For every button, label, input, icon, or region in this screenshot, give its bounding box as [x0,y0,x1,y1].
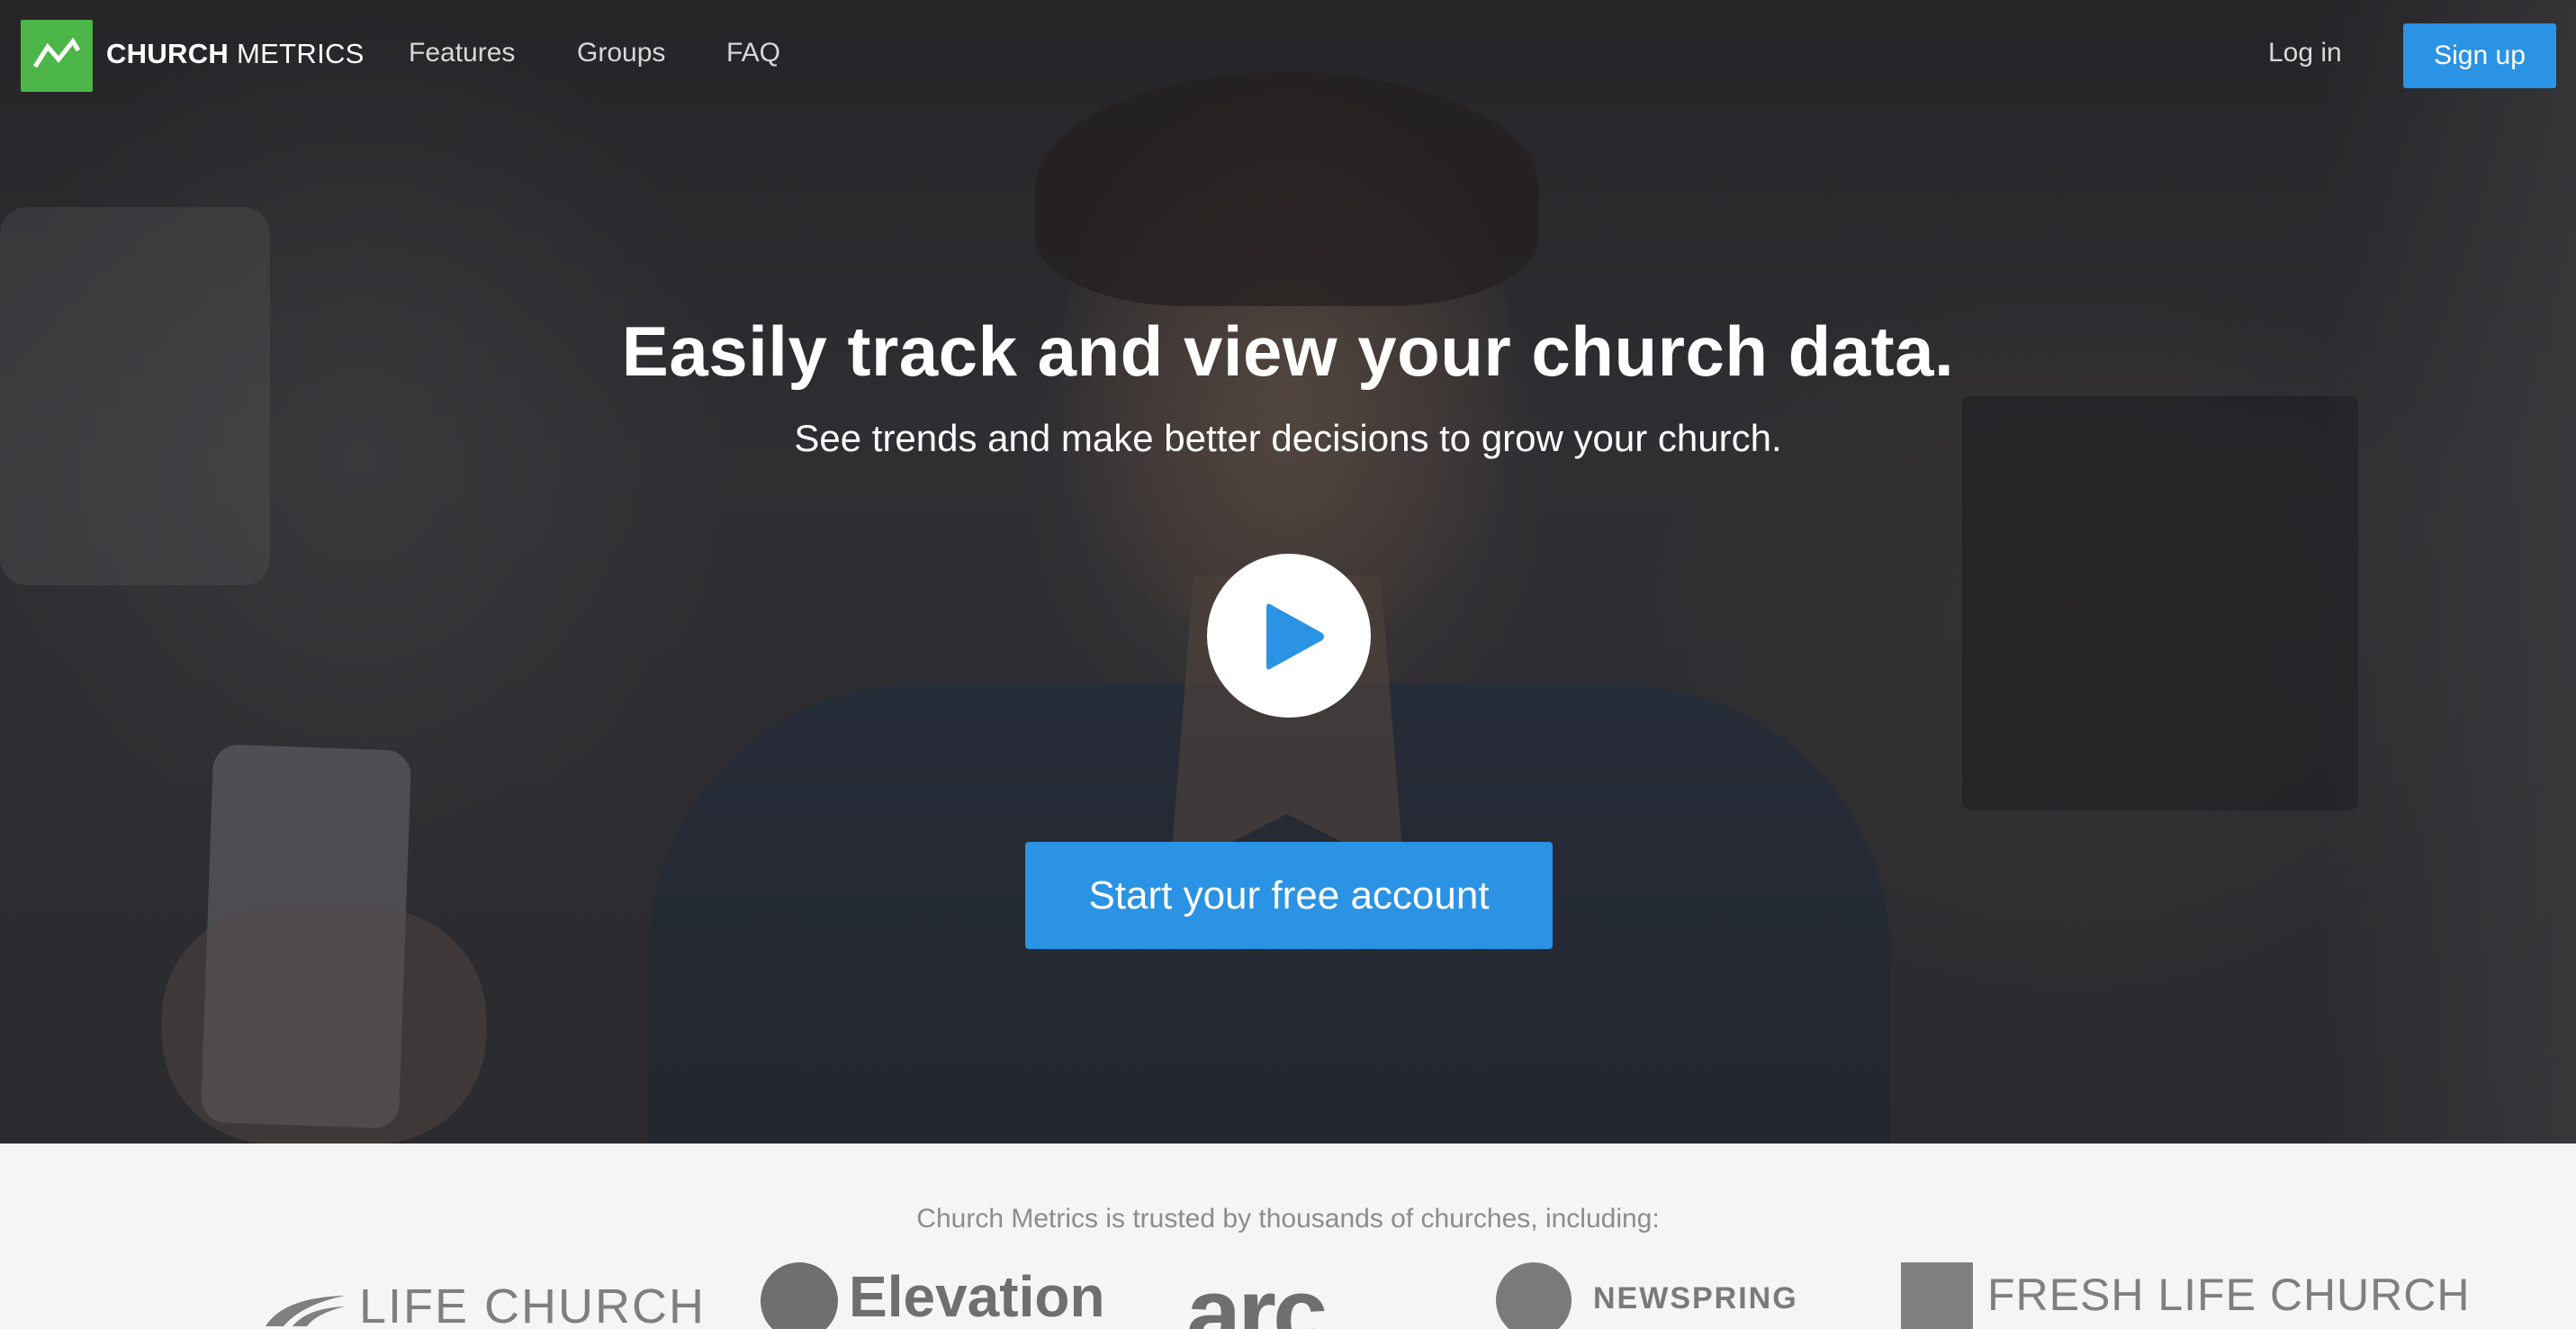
nav-link-groups[interactable]: Groups [577,38,665,68]
church-logo-newspring: NEWSPRING [1496,1262,1798,1329]
church-logo-elevation: Elevation [761,1262,1105,1329]
trusted-text: Church Metrics is trusted by thousands o… [916,1204,1660,1234]
hero-section: CHURCH METRICS Features Groups FAQ Log i… [0,0,2576,1144]
nav-link-faq[interactable]: FAQ [726,38,780,68]
line-chart-icon [33,37,80,68]
trusted-section: Church Metrics is trusted by thousands o… [0,1144,2576,1329]
newspring-mark-icon [1496,1262,1572,1329]
signup-button[interactable]: Sign up [2403,23,2556,88]
newspring-wordmark: NEWSPRING [1593,1280,1798,1315]
church-logo-fresh-life: FRESH LIFE CHURCH [1901,1262,2470,1329]
logo[interactable] [21,20,93,92]
brand-bold: CHURCH [106,38,230,69]
fresh-life-wordmark: FRESH LIFE CHURCH [1987,1270,2471,1321]
login-link[interactable]: Log in [2268,38,2342,68]
hero-subheadline: See trends and make better decisions to … [794,417,1782,459]
life-church-wordmark: LIFE CHURCH [359,1279,707,1329]
church-logo-life-church: LIFE CHURCH [257,1279,706,1329]
brand-name[interactable]: CHURCH METRICS [106,38,365,70]
top-navigation: CHURCH METRICS Features Groups FAQ Log i… [0,0,2576,112]
hero-headline: Easily track and view your church data. [621,312,1955,391]
elevation-mark-icon [761,1262,838,1329]
church-logo-arc: arc [1186,1256,1328,1329]
start-free-account-button[interactable]: Start your free account [1025,842,1553,949]
play-icon [1266,603,1324,670]
play-video-button[interactable] [1207,554,1371,718]
arc-wordmark: arc [1186,1258,1328,1329]
nav-link-features[interactable]: Features [409,38,515,68]
fresh-life-mark-icon [1901,1262,1973,1329]
elevation-wordmark: Elevation [849,1263,1105,1329]
life-church-mark-icon [266,1295,345,1326]
brand-light: METRICS [237,38,365,69]
